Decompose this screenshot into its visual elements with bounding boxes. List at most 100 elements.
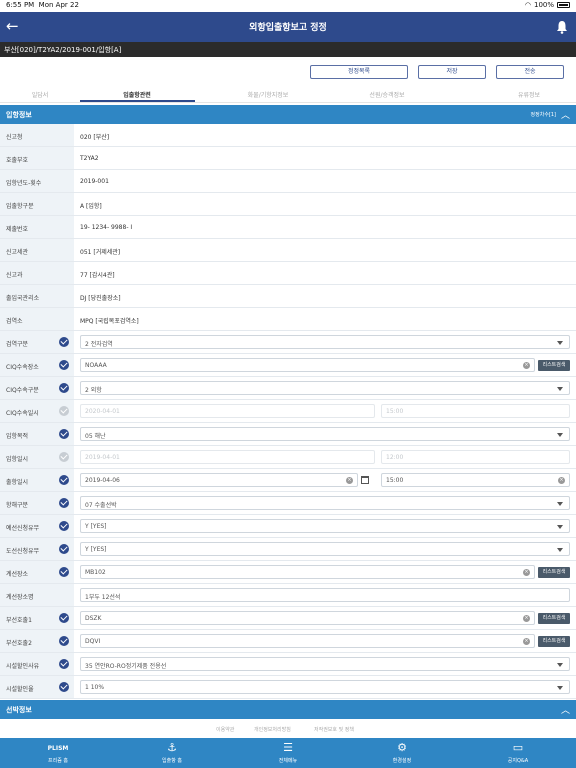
check-icon: [59, 429, 69, 439]
row-facility-discount-reason: 시설할인사유 35 연안RO-RO정기제품 전용선: [0, 653, 576, 676]
row-berth-name: 계선장소명 1부두 12선석: [0, 584, 576, 607]
clear-icon[interactable]: ×: [523, 638, 530, 645]
privacy-link[interactable]: 개인정보처리방침: [254, 726, 291, 733]
check-icon: [59, 360, 69, 370]
tab-label: 프리즘 홈: [48, 758, 68, 764]
row-voyage-type: 항해구분 07 수출선박: [0, 492, 576, 515]
tab-cargo[interactable]: 화물/기항지정보: [218, 90, 318, 99]
section-title: 입항정보: [6, 111, 32, 119]
departure-time-input[interactable]: 15:00 ×: [381, 473, 570, 487]
clear-icon[interactable]: ×: [523, 615, 530, 622]
tab-settings[interactable]: ⚙ 환경설정: [362, 741, 442, 764]
bell-icon[interactable]: [556, 20, 568, 34]
pilot-request-select[interactable]: Y [YES]: [80, 542, 570, 556]
tug-request-select[interactable]: Y [YES]: [80, 519, 570, 533]
check-icon: [59, 475, 69, 485]
tab-label: 입출항 홈: [162, 758, 182, 764]
calendar-icon[interactable]: [361, 476, 369, 484]
list-search-button[interactable]: 리스트검색: [538, 613, 570, 624]
revision-count: 정정차수[1]: [530, 112, 556, 118]
caret-down-icon: [557, 686, 563, 690]
copyright-link[interactable]: 저작권보호 및 정책: [314, 726, 354, 733]
tab-notice-qa[interactable]: ▭ 공지Q&A: [478, 741, 558, 764]
field-value: T2YA2: [80, 155, 99, 162]
tab-port-entry[interactable]: 입출항관련: [87, 90, 187, 99]
row-facility-discount-rate: 시설할인율 1 10%: [0, 676, 576, 699]
tab-response[interactable]: 일답서: [0, 90, 90, 99]
input-value: DSZK: [85, 615, 102, 622]
row-barge-call-2: 부선호출2 DQVI × 리스트검색: [0, 630, 576, 653]
battery-icon: [557, 2, 570, 8]
check-icon: [59, 567, 69, 577]
check-icon: [59, 521, 69, 531]
ciq-place-input[interactable]: NOAAA ×: [80, 358, 535, 372]
row-berth-place: 계선장소 MB102 × 리스트검색: [0, 561, 576, 584]
tab-fuel[interactable]: 유류정보: [479, 90, 576, 99]
entry-purpose-select[interactable]: 05 해난: [80, 427, 570, 441]
save-button[interactable]: 저장: [418, 65, 486, 79]
row-tug-request: 예선신청유무 Y [YES]: [0, 515, 576, 538]
chevron-up-icon[interactable]: ︿: [561, 108, 570, 121]
clear-icon[interactable]: ×: [558, 477, 565, 484]
row-quarantine-type: 검역구분 2 전자검역: [0, 331, 576, 354]
ciq-type-select[interactable]: 2 외항: [80, 381, 570, 395]
tab-bar: 일답서 입출항관련 화물/기항지정보 선원/승객정보 유류정보: [0, 85, 576, 103]
list-search-button[interactable]: 리스트검색: [538, 360, 570, 371]
check-icon: [59, 498, 69, 508]
row-immigration-office: 출입국관리소 DJ [당진출장소]: [0, 285, 576, 308]
tab-all-menu[interactable]: ☰ 전체메뉴: [248, 741, 328, 764]
field-label: 제출번호: [0, 216, 74, 238]
clear-icon[interactable]: ×: [523, 362, 530, 369]
row-pilot-request: 도선신청유무 Y [YES]: [0, 538, 576, 561]
chat-icon: ▭: [512, 741, 524, 754]
bottom-tab-bar: PLISM 프리즘 홈 ⚓ 입출항 홈 ☰ 전체메뉴 ⚙ 환경설정 ▭ 공지Q&…: [0, 738, 576, 768]
field-value: 020 [부산]: [80, 134, 110, 141]
tab-crew[interactable]: 선원/승객정보: [337, 90, 437, 99]
row-entry-year: 입항년도-횟수 2019-001: [0, 170, 576, 193]
field-value: A [입항]: [80, 203, 102, 210]
voyage-type-select[interactable]: 07 수출선박: [80, 496, 570, 510]
departure-date-input[interactable]: 2019-04-06 ×: [80, 473, 358, 487]
barge-call-2-input[interactable]: DQVI ×: [80, 634, 535, 648]
field-label: 호출부호: [0, 147, 74, 169]
berth-name-field: 1부두 12선석: [80, 588, 570, 602]
field-label: 신고과: [0, 262, 74, 284]
clear-icon[interactable]: ×: [346, 477, 353, 484]
check-icon: [59, 682, 69, 692]
field-label: 계선장소명: [0, 584, 74, 606]
caret-down-icon: [557, 548, 563, 552]
row-ciq-place: CIQ수속장소 NOAAA × 리스트검색: [0, 354, 576, 377]
correct-list-button[interactable]: 정정목록: [310, 65, 408, 79]
field-label: 검역소: [0, 308, 74, 330]
tab-port-home[interactable]: ⚓ 입출항 홈: [132, 741, 212, 764]
tab-prism-home[interactable]: PLISM 프리즘 홈: [18, 741, 98, 764]
row-report-section: 신고과 77 [감시4관]: [0, 262, 576, 285]
check-icon: [59, 452, 69, 462]
section-entry-info[interactable]: 입항정보 정정차수[1] ︿: [0, 105, 576, 124]
status-clock: 6:55 PM: [6, 1, 35, 9]
clear-icon[interactable]: ×: [523, 569, 530, 576]
ciq-date-field: 2020-04-01: [80, 404, 375, 418]
input-value: 15:00: [386, 477, 404, 484]
send-button[interactable]: 전송: [496, 65, 564, 79]
terms-link[interactable]: 이용약관: [216, 726, 234, 733]
field-value: 19- 1234- 9988- I: [80, 224, 133, 231]
caret-down-icon: [557, 433, 563, 437]
discount-rate-select[interactable]: 1 10%: [80, 680, 570, 694]
row-customs-office: 신고세관 051 [거제세관]: [0, 239, 576, 262]
section-title: 선박정보: [6, 706, 32, 714]
field-value: 051 [거제세관]: [80, 249, 121, 256]
list-search-button[interactable]: 리스트검색: [538, 636, 570, 647]
row-departure-datetime: 출항일시 2019-04-06 × 15:00 ×: [0, 469, 576, 492]
row-ciq-datetime: CIQ수속일시 2020-04-01 15:00: [0, 400, 576, 423]
quarantine-type-select[interactable]: 2 전자검역: [80, 335, 570, 349]
tab-active-indicator: [80, 100, 195, 102]
barge-call-1-input[interactable]: DSZK ×: [80, 611, 535, 625]
discount-reason-select[interactable]: 35 연안RO-RO정기제품 전용선: [80, 657, 570, 671]
row-quarantine-station: 검역소 MPQ [국립목포검역소]: [0, 308, 576, 331]
chevron-up-icon[interactable]: ︿: [561, 703, 570, 716]
berth-place-input[interactable]: MB102 ×: [80, 565, 535, 579]
list-search-button[interactable]: 리스트검색: [538, 567, 570, 578]
field-label: 출입국관리소: [0, 285, 74, 307]
section-vessel-info[interactable]: 선박정보 ︿: [0, 700, 576, 719]
